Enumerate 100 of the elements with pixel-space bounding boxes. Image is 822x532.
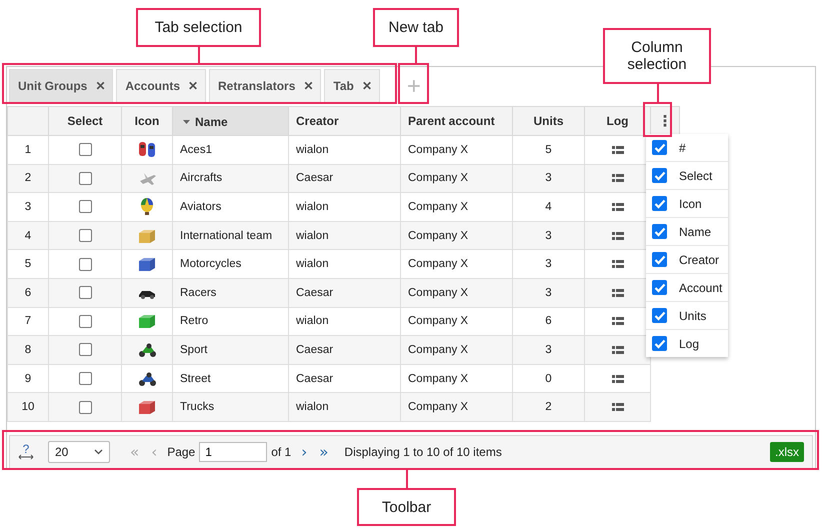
cars-icon [138,141,156,158]
page-size-dropdown[interactable]: 20 [48,441,110,464]
table-cell: 3 [545,258,552,270]
close-icon[interactable]: ✕ [188,79,198,93]
row-number: 5 [24,258,32,270]
tab[interactable]: Accounts ✕ [116,69,206,103]
table-cell: Company X [408,286,468,299]
chevron-down-icon [94,449,103,456]
next-page-button[interactable]: › [295,443,314,462]
column-header[interactable]: Creator [296,114,339,128]
table-cell: 3 [545,172,552,184]
checkbox[interactable] [78,314,92,328]
resize-arrow-icon [18,454,34,460]
list-icon[interactable] [612,174,624,182]
checkbox[interactable] [652,336,667,351]
checkbox[interactable] [652,252,667,267]
menu-item[interactable]: Creator [679,252,720,266]
table-cell: Company X [408,315,468,328]
table-cell: 5 [545,144,552,156]
table-cell: 2 [545,401,552,414]
list-icon[interactable] [612,260,624,268]
row-number: 2 [24,172,32,184]
row-number: 3 [24,200,32,213]
table-cell: wialon [296,401,329,414]
checkbox[interactable] [652,196,667,211]
checkbox[interactable] [78,400,92,414]
page-input[interactable]: 1 [199,442,268,462]
checkbox[interactable] [78,200,92,214]
table-cell: International team [180,230,272,242]
table-cell: Company X [408,144,468,156]
checkbox[interactable] [652,308,667,323]
list-icon[interactable] [612,403,624,412]
sort-caret-icon [183,120,190,124]
table-cell: Company X [408,200,468,213]
table-cell: Sport [180,344,208,356]
row-number: 8 [24,344,32,356]
leader-line [657,84,659,102]
callout-frame [643,102,672,137]
callout-label: Toolbar [357,488,456,526]
page-count: of 1 [271,445,292,460]
menu-item[interactable]: Log [679,336,700,350]
list-icon[interactable] [612,146,624,154]
table-cell: Racers [180,286,216,299]
checkbox[interactable] [78,258,92,271]
table-cell: Trucks [180,401,214,414]
table-cell: Motorcycles [180,258,242,270]
menu-item[interactable]: Select [679,168,712,182]
table-cell: wialon [296,230,329,242]
table-cell: Aces1 [180,144,212,156]
close-icon[interactable]: ✕ [303,79,314,93]
menu-item[interactable]: Units [679,308,706,322]
list-icon[interactable] [612,202,624,211]
checkbox[interactable] [78,143,92,156]
column-header[interactable]: Log [606,114,628,128]
display-status: Displaying 1 to 10 of 10 items [344,445,503,460]
callout-label: Tab selection [136,8,261,47]
last-page-button[interactable]: » [313,443,334,462]
tab[interactable]: Tab ✕ [324,69,380,103]
table-cell: Street [180,372,211,385]
column-header[interactable]: Name [183,115,228,129]
table-cell: wialon [296,200,329,213]
list-icon[interactable] [612,346,624,354]
table-cell: Company X [408,230,468,242]
table-cell: 3 [545,286,552,299]
table-cell: Retro [180,315,208,328]
checkbox[interactable] [652,280,667,295]
menu-item[interactable]: Account [679,280,722,294]
list-icon[interactable] [612,288,624,297]
close-icon[interactable]: ✕ [362,79,372,93]
list-icon[interactable] [612,317,624,326]
checkbox[interactable] [652,168,667,183]
table-cell: wialon [296,315,329,328]
help-icon[interactable]: ? [18,444,34,460]
tab[interactable]: Unit Groups ✕ [9,69,114,103]
table-cell: Company X [408,258,468,270]
menu-item[interactable]: # [679,140,686,154]
list-icon[interactable] [612,232,624,240]
checkbox[interactable] [78,286,92,300]
table-cell: Caesar [296,286,334,299]
callout-label: New tab [373,8,459,47]
checkbox[interactable] [652,140,667,155]
menu-item[interactable]: Icon [679,196,702,210]
list-icon[interactable] [612,374,624,383]
checkbox[interactable] [652,224,667,239]
table-cell: Aviators [180,200,222,213]
tab[interactable]: Retranslators ✕ [209,69,322,103]
row-number: 1 [24,144,32,156]
table-cell: Caesar [296,172,334,184]
checkbox[interactable] [78,372,92,386]
checkbox[interactable] [78,172,92,185]
checkbox[interactable] [78,229,92,242]
menu-item[interactable]: Name [679,224,712,238]
table-cell: 4 [545,200,552,213]
close-icon[interactable]: ✕ [95,79,106,93]
leader-line [415,47,417,63]
table-cell: 3 [545,344,552,356]
export-button[interactable]: .xlsx [770,442,804,462]
checkbox[interactable] [78,343,92,356]
row-number: 7 [24,315,32,328]
row-number: 9 [24,372,32,385]
